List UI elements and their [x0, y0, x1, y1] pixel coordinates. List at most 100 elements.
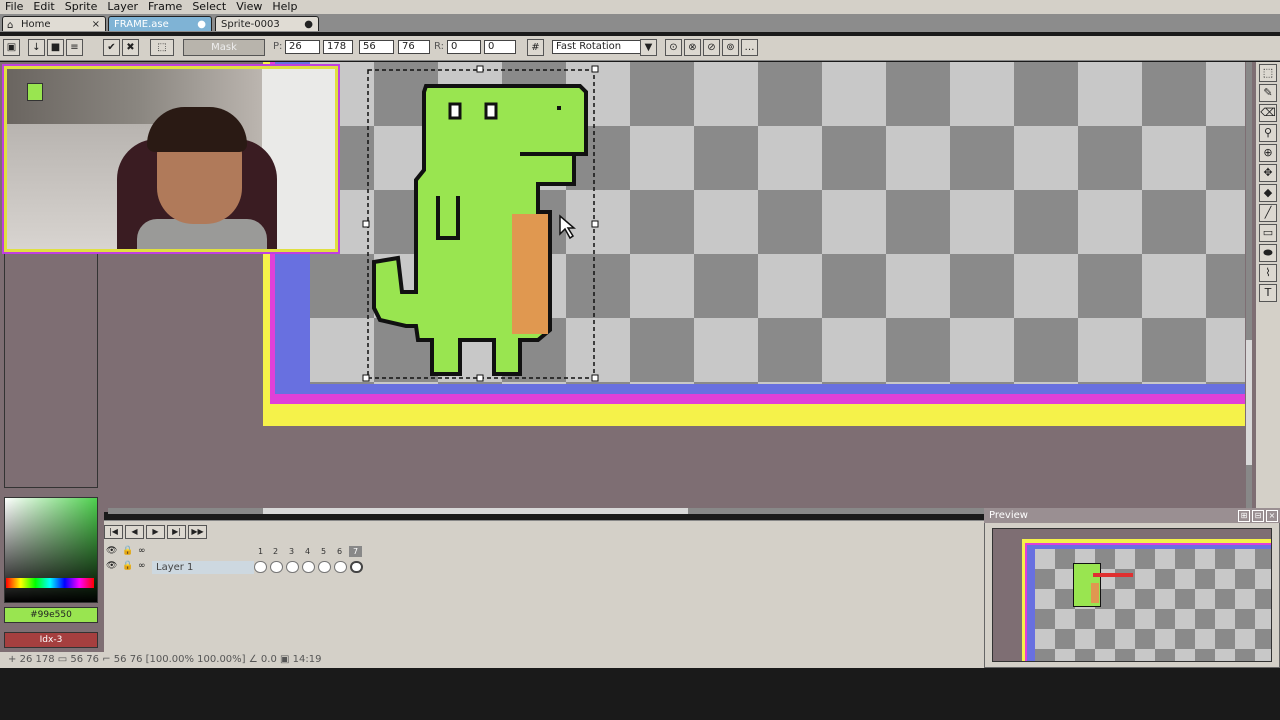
menu-file[interactable]: File [0, 0, 28, 14]
eye-header-icon: 👁 [106, 546, 118, 556]
background-color[interactable]: Idx-3 [4, 632, 98, 648]
menu-edit[interactable]: Edit [28, 0, 59, 14]
prev-frame-icon[interactable]: ◀ [125, 525, 144, 539]
apply-check-icon[interactable]: ✔ [103, 39, 120, 56]
cel-3[interactable] [286, 561, 299, 573]
cel-7[interactable] [350, 561, 363, 573]
mini-dino-icon [27, 83, 43, 101]
lock-icon[interactable]: ▣ [3, 39, 20, 56]
rotation-b-field[interactable]: 0 [484, 40, 516, 54]
frame-header-1[interactable]: 1 [254, 546, 267, 557]
line-tool-icon[interactable]: ╱ [1259, 204, 1277, 222]
menu-select[interactable]: Select [187, 0, 231, 14]
mask-button[interactable]: Mask [183, 39, 265, 56]
tab-sprite-0003[interactable]: Sprite-0003 ● [215, 16, 319, 31]
menu-help[interactable]: Help [267, 0, 302, 14]
status-bar: + 26 178 ▭ 56 76 ⌐ 56 76 [100.00% 100.00… [0, 652, 984, 668]
download-icon[interactable]: ↓ [28, 39, 45, 56]
x-field[interactable]: 26 [285, 40, 320, 54]
zoom-tool-icon[interactable]: ⊕ [1259, 144, 1277, 162]
tab-sprite-label: Sprite-0003 [221, 19, 280, 30]
rectangle-tool-icon[interactable]: ▭ [1259, 224, 1277, 242]
layer-link-icon[interactable]: ∞ [138, 561, 146, 571]
layer-visibility-icon[interactable]: 👁 [106, 561, 117, 571]
text-tool-icon[interactable]: T [1259, 284, 1277, 302]
horizontal-scroll-thumb[interactable] [263, 508, 688, 514]
layer-lock-icon[interactable]: 🔒 [122, 561, 133, 571]
eraser-tool-icon[interactable]: ⌫ [1259, 104, 1277, 122]
status-selection: 56 76 [100.00% 100.00%] [113, 654, 246, 665]
list-icon[interactable]: ≡ [66, 39, 83, 56]
position-label: P: [273, 41, 283, 52]
menu-sprite[interactable]: Sprite [60, 0, 103, 14]
grid-icon[interactable]: # [527, 39, 544, 56]
transform-icon[interactable]: ⊘ [703, 39, 720, 56]
context-toolbar: ▣ ↓ ■ ≡ ✔ ✖ ⬚ Mask P: 26 178 56 76 R: 0 … [0, 36, 1280, 61]
person-hair [147, 107, 247, 152]
selection-icon: ⌐ [102, 654, 114, 665]
ellipse-tool-icon[interactable]: ⬬ [1259, 244, 1277, 262]
pivot-icon[interactable]: ⊙ [665, 39, 682, 56]
frame-header-6[interactable]: 6 [333, 546, 346, 557]
settings-icon[interactable]: ⊚ [722, 39, 739, 56]
marquee-tool-icon[interactable]: ⬚ [1259, 64, 1277, 82]
maximize-icon[interactable]: ⊞ [1238, 510, 1250, 522]
palette-area[interactable] [4, 250, 98, 488]
flip-icon[interactable]: ⊗ [684, 39, 701, 56]
first-frame-icon[interactable]: |◀ [104, 525, 123, 539]
rotation-a-field[interactable]: 0 [447, 40, 481, 54]
save-icon[interactable]: ■ [47, 39, 64, 56]
cel-5[interactable] [318, 561, 331, 573]
selection-mode-icon[interactable]: ⬚ [150, 39, 174, 56]
frame-icon: ▣ [280, 654, 293, 665]
modified-dot-icon[interactable]: ● [197, 17, 206, 32]
frame-header-4[interactable]: 4 [301, 546, 314, 557]
restore-icon[interactable]: ⊟ [1252, 510, 1264, 522]
frame-header-2[interactable]: 2 [269, 546, 282, 557]
menu-view[interactable]: View [231, 0, 267, 14]
width-field[interactable]: 56 [359, 40, 394, 54]
home-icon: ⌂ [7, 20, 14, 31]
smudge-tool-icon[interactable]: ⌇ [1259, 264, 1277, 282]
more-icon[interactable]: … [741, 39, 758, 56]
tab-home-label: Home [21, 19, 51, 30]
fill-tool-icon[interactable]: ◆ [1259, 184, 1277, 202]
webcam-overlay [4, 66, 338, 252]
menu-layer[interactable]: Layer [102, 0, 143, 14]
preview-canvas[interactable] [992, 528, 1272, 662]
last-frame-icon[interactable]: ▶▶ [188, 525, 207, 539]
cel-4[interactable] [302, 561, 315, 573]
chevron-down-icon[interactable]: ▼ [640, 39, 657, 56]
eyedropper-tool-icon[interactable]: ⚲ [1259, 124, 1277, 142]
status-size: 56 76 [70, 654, 100, 665]
menu-frame[interactable]: Frame [143, 0, 187, 14]
cancel-x-icon[interactable]: ✖ [122, 39, 139, 56]
y-field[interactable]: 178 [323, 40, 353, 54]
foreground-color[interactable]: #99e550 [4, 607, 98, 623]
tab-home[interactable]: ⌂ Home × [2, 16, 106, 31]
next-frame-icon[interactable]: ▶| [167, 525, 186, 539]
cel-6[interactable] [334, 561, 347, 573]
close-icon[interactable]: × [92, 17, 100, 32]
dino-sprite[interactable] [360, 62, 610, 392]
tab-frame-ase[interactable]: FRAME.ase ● [108, 16, 212, 31]
hue-slider[interactable] [6, 578, 94, 588]
tab-bar: ⌂ Home × FRAME.ase ● Sprite-0003 ● [0, 14, 1280, 32]
play-icon[interactable]: ▶ [146, 525, 165, 539]
tools-panel: ⬚ ✎ ⌫ ⚲ ⊕ ✥ ◆ ╱ ▭ ⬬ ⌇ T [1256, 62, 1280, 512]
height-field[interactable]: 76 [398, 40, 430, 54]
preview-dino-belly [1091, 583, 1099, 603]
cel-2[interactable] [270, 561, 283, 573]
rotation-mode-select[interactable]: Fast Rotation [552, 40, 647, 54]
pencil-tool-icon[interactable]: ✎ [1259, 84, 1277, 102]
cel-1[interactable] [254, 561, 267, 573]
close-icon[interactable]: × [1266, 510, 1278, 522]
modified-dot-icon[interactable]: ● [304, 17, 313, 32]
frame-header-3[interactable]: 3 [285, 546, 298, 557]
move-tool-icon[interactable]: ✥ [1259, 164, 1277, 182]
frame-header-7[interactable]: 7 [349, 546, 362, 557]
link-header-icon: ∞ [138, 546, 146, 556]
vertical-scroll-thumb[interactable] [1246, 340, 1252, 465]
frame-header-5[interactable]: 5 [317, 546, 330, 557]
layer-row[interactable]: Layer 1 [152, 561, 254, 574]
